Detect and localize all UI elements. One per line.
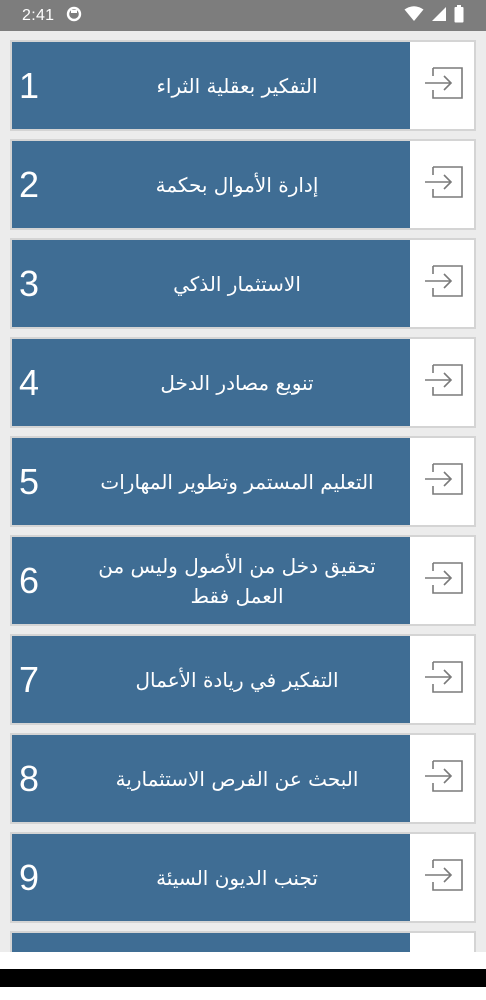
list-item-number: 9 [19, 856, 40, 898]
list-item-title: تنويع مصادر الدخل [160, 370, 314, 395]
list-item-main[interactable]: 2 إدارة الأموال بحكمة [12, 141, 410, 228]
cellular-signal-icon [431, 6, 447, 26]
list-item-main[interactable]: 6 تحقيق دخل من الأصول وليس من العمل فقط [12, 537, 410, 624]
enter-arrow-icon [418, 258, 466, 310]
enter-arrow-icon [418, 555, 466, 607]
list-item-main[interactable]: 9 تجنب الديون السيئة [12, 834, 410, 921]
open-item-button[interactable] [410, 735, 474, 822]
open-item-button[interactable] [410, 240, 474, 327]
list-item-main[interactable]: 8 البحث عن الفرص الاستثمارية [12, 735, 410, 822]
list-item-number: 6 [19, 559, 40, 601]
list-item-number: 3 [19, 262, 40, 304]
list-item[interactable]: 1 [10, 931, 476, 952]
list-item[interactable]: 9 تجنب الديون السيئة [10, 832, 476, 923]
list-item[interactable]: 5 التعليم المستمر وتطوير المهارات [10, 436, 476, 527]
enter-arrow-icon [418, 654, 466, 706]
list-item-title: التعليم المستمر وتطوير المهارات [100, 469, 374, 494]
home-handle[interactable] [0, 969, 486, 987]
open-item-button[interactable] [410, 42, 474, 129]
list-item-number: 8 [19, 757, 40, 799]
list-item-title: الاستثمار الذكي [173, 271, 301, 296]
open-item-button[interactable] [410, 537, 474, 624]
list-item-number: 2 [19, 163, 40, 205]
list-item-main[interactable]: 4 تنويع مصادر الدخل [12, 339, 410, 426]
open-item-button[interactable] [410, 141, 474, 228]
list-item-title: التفكير بعقلية الثراء [156, 73, 318, 98]
enter-arrow-icon [418, 357, 466, 409]
list-item-title [74, 933, 400, 952]
list-item-number: 7 [19, 658, 40, 700]
list-item-main[interactable]: 1 [12, 933, 410, 952]
open-item-button[interactable] [410, 834, 474, 921]
list-item-title: تجنب الديون السيئة [156, 865, 318, 890]
list-item-main[interactable]: 5 التعليم المستمر وتطوير المهارات [12, 438, 410, 525]
open-item-button[interactable] [410, 339, 474, 426]
list-item[interactable]: 7 التفكير في ريادة الأعمال [10, 634, 476, 725]
battery-icon [454, 4, 464, 27]
status-right [404, 4, 464, 27]
list-item[interactable]: 2 إدارة الأموال بحكمة [10, 139, 476, 230]
list-item[interactable]: 6 تحقيق دخل من الأصول وليس من العمل فقط [10, 535, 476, 626]
list-item-title: البحث عن الفرص الاستثمارية [115, 766, 359, 791]
open-item-button[interactable] [410, 438, 474, 525]
wifi-icon [404, 5, 424, 26]
enter-arrow-icon [418, 60, 466, 112]
list-item-main[interactable]: 7 التفكير في ريادة الأعمال [12, 636, 410, 723]
enter-arrow-icon [418, 456, 466, 508]
status-time: 2:41 [22, 6, 55, 24]
list-item-title: تحقيق دخل من الأصول وليس من العمل فقط [98, 553, 376, 608]
list-item-number: 1 [19, 64, 40, 106]
enter-arrow-icon [418, 159, 466, 211]
status-left: 2:41 [22, 6, 82, 26]
list-item-number: 4 [19, 361, 40, 403]
list-item[interactable]: 8 البحث عن الفرص الاستثمارية [10, 733, 476, 824]
list-item[interactable]: 1 التفكير بعقلية الثراء [10, 40, 476, 131]
list-item-number: 1 [19, 933, 39, 952]
status-bar: 2:41 [0, 0, 486, 31]
open-item-button[interactable] [410, 933, 474, 952]
list-item-main[interactable]: 3 الاستثمار الذكي [12, 240, 410, 327]
list-item[interactable]: 4 تنويع مصادر الدخل [10, 337, 476, 428]
list-item-main[interactable]: 1 التفكير بعقلية الثراء [12, 42, 410, 129]
enter-arrow-icon [418, 753, 466, 805]
list-item-number: 5 [19, 460, 40, 502]
enter-arrow-icon [418, 852, 466, 904]
list-item-title: التفكير في ريادة الأعمال [135, 667, 339, 692]
circle-sync-icon [66, 6, 82, 26]
navigation-bar [0, 952, 486, 1000]
chapter-list[interactable]: 1 التفكير بعقلية الثراء 2 إدارة الأموال بحك… [0, 31, 486, 952]
list-item[interactable]: 3 الاستثمار الذكي [10, 238, 476, 329]
open-item-button[interactable] [410, 636, 474, 723]
list-item-title: إدارة الأموال بحكمة [155, 172, 319, 197]
